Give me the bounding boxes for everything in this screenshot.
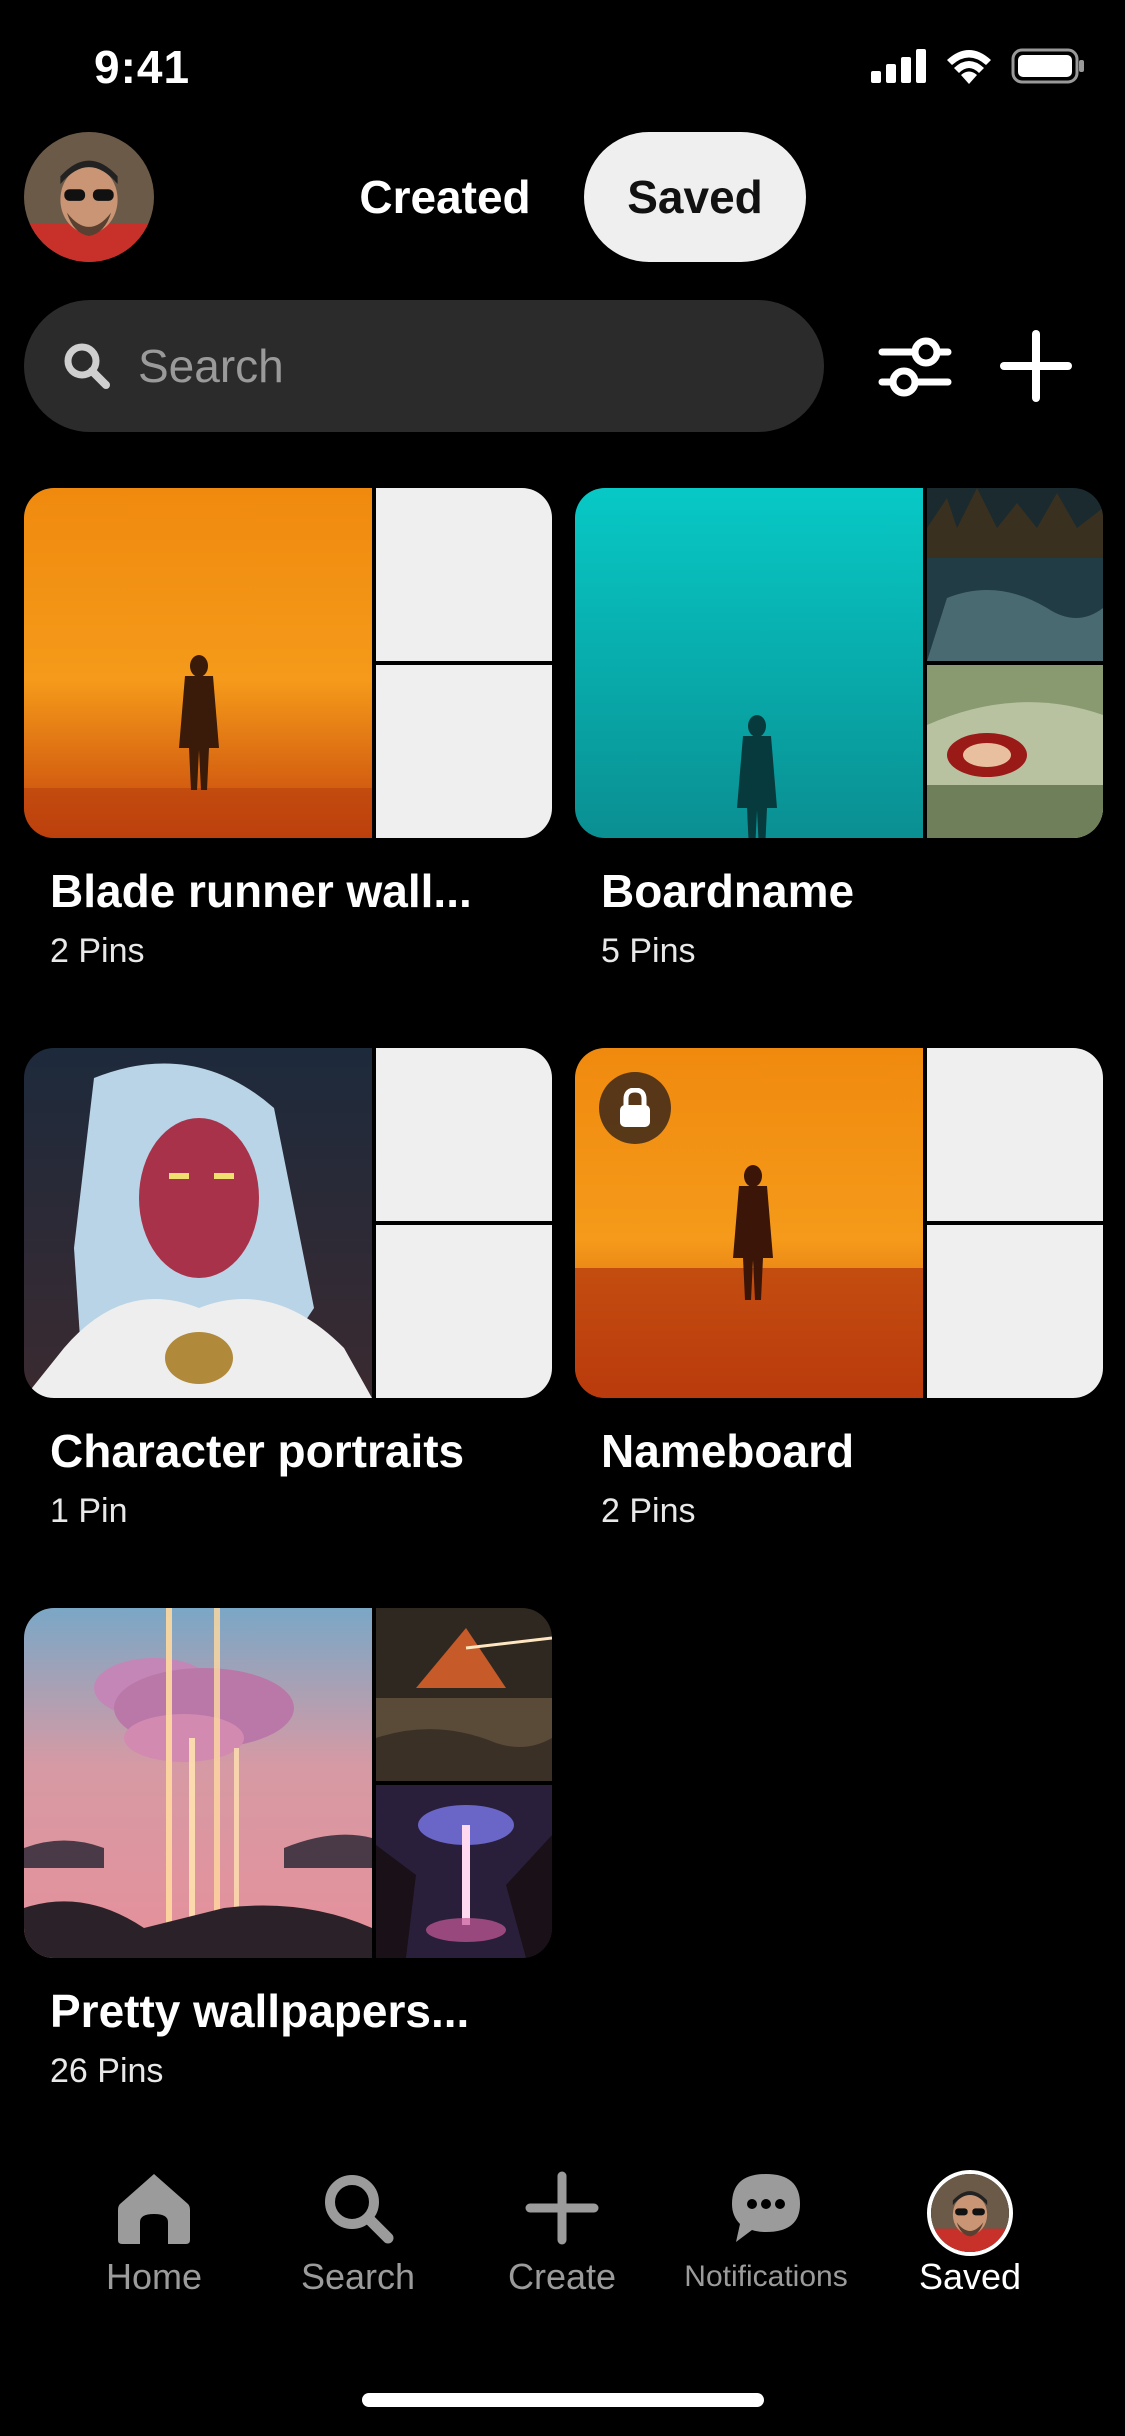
board-cover[interactable] (24, 488, 552, 838)
board-card[interactable]: Boardname 5 Pins (575, 488, 1103, 971)
battery-icon (1011, 48, 1084, 84)
board-thumb-placeholder (927, 1048, 1103, 1221)
home-indicator[interactable] (362, 2393, 764, 2407)
board-thumb-placeholder (376, 1048, 552, 1221)
board-cover[interactable] (24, 1608, 552, 1958)
profile-avatar[interactable] (24, 132, 154, 262)
nav-notifications[interactable]: Notifications (666, 2170, 866, 2294)
board-title: Boardname (601, 865, 855, 917)
board-pin-count: 2 Pins (601, 1492, 696, 1530)
chat-bubble-icon (732, 2174, 800, 2242)
board-pin-count: 5 Pins (601, 932, 696, 970)
board-cover-image (24, 1608, 372, 1958)
search-icon (64, 343, 110, 389)
nav-create-label: Create (507, 2256, 617, 2297)
filter-icon[interactable] (876, 328, 954, 406)
board-thumb-image (927, 665, 1103, 838)
board-card[interactable]: Blade runner wall... 2 Pins (24, 488, 552, 971)
tab-saved[interactable]: Saved (584, 132, 806, 262)
search-bar[interactable] (24, 300, 824, 432)
nav-saved-label: Saved (918, 2256, 1022, 2297)
nav-saved[interactable]: Saved (870, 2170, 1070, 2298)
board-thumb-placeholder (376, 665, 552, 838)
nav-home-label: Home (105, 2256, 203, 2297)
board-title: Blade runner wall... (50, 865, 472, 917)
board-thumb-image (927, 488, 1103, 661)
plus-icon (525, 2171, 599, 2245)
add-board-icon[interactable] (996, 326, 1076, 406)
board-card[interactable]: Pretty wallpapers... 26 Pins (24, 1608, 552, 2091)
nav-notifications-label: Notifications (684, 2260, 848, 2293)
board-cover[interactable] (575, 1048, 1103, 1398)
board-cover-image (575, 488, 923, 838)
saved-boards-screen: 9:41 Created Saved Search Blade runner w… (0, 0, 1125, 2436)
search-icon (325, 2175, 394, 2244)
search-input[interactable] (138, 339, 788, 393)
board-thumb-placeholder (376, 488, 552, 661)
home-icon (118, 2174, 190, 2244)
nav-create[interactable]: Create (462, 2170, 662, 2298)
board-title: Pretty wallpapers... (50, 1985, 470, 2037)
cellular-signal-icon (871, 49, 926, 83)
board-title: Nameboard (601, 1425, 855, 1477)
lock-icon (599, 1072, 671, 1144)
board-thumb-image (376, 1608, 552, 1781)
board-pin-count: 2 Pins (50, 932, 145, 970)
avatar (927, 2170, 1013, 2256)
bottom-nav: Home Search Create Notifications Saved (0, 2170, 1125, 2340)
nav-search-label: Search (300, 2256, 416, 2297)
status-time: 9:41 (94, 41, 191, 93)
board-card[interactable]: Character portraits 1 Pin (24, 1048, 552, 1531)
board-thumb-placeholder (376, 1225, 552, 1398)
board-cover-image (24, 1048, 372, 1398)
board-pin-count: 1 Pin (50, 1492, 128, 1530)
board-thumb-placeholder (927, 1225, 1103, 1398)
board-title: Character portraits (50, 1425, 465, 1477)
board-pin-count: 26 Pins (50, 2052, 164, 2090)
tab-created[interactable]: Created (340, 132, 550, 262)
board-thumb-image (376, 1785, 552, 1958)
board-card[interactable]: Nameboard 2 Pins (575, 1048, 1103, 1531)
status-icons (871, 48, 1085, 84)
nav-search[interactable]: Search (258, 2170, 458, 2298)
wifi-icon (947, 50, 991, 84)
nav-home[interactable]: Home (54, 2170, 254, 2298)
board-cover[interactable] (575, 488, 1103, 838)
board-cover[interactable] (24, 1048, 552, 1398)
board-cover-image (24, 488, 372, 838)
